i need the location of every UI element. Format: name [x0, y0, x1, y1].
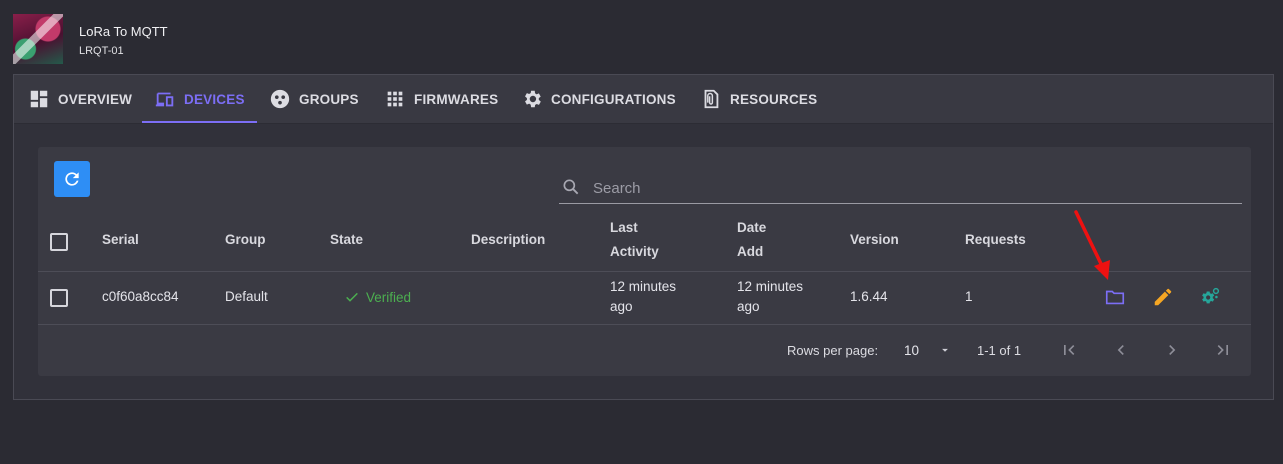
cell-requests: 1: [965, 289, 973, 304]
tab-overview[interactable]: OVERVIEW: [28, 75, 132, 123]
pagination-range: 1-1 of 1: [977, 343, 1022, 358]
header-divider: [38, 271, 1251, 272]
status-badge: Verified: [344, 289, 411, 305]
search-input[interactable]: [591, 176, 1235, 200]
next-page-button[interactable]: [1159, 337, 1185, 363]
cell-last-activity-line2: ago: [610, 299, 633, 314]
column-header-requests[interactable]: Requests: [965, 228, 1026, 252]
folder-icon: [1105, 290, 1125, 305]
edit-button[interactable]: [1150, 284, 1176, 310]
column-header-date-add[interactable]: Date Add: [737, 216, 766, 264]
rows-per-page-value: 10: [904, 343, 920, 358]
chevron-left-icon: [1117, 345, 1124, 355]
app-header: LoRa To MQTT LRQT-01: [0, 0, 1283, 74]
tab-overview-label: OVERVIEW: [58, 91, 133, 107]
device-settings-button[interactable]: [1197, 284, 1223, 310]
cell-date-add-line2: ago: [737, 299, 760, 314]
first-page-button[interactable]: [1056, 337, 1082, 363]
tab-firmwares-label: FIRMWARES: [414, 91, 499, 107]
tab-firmwares[interactable]: FIRMWARES: [384, 75, 498, 123]
search-icon: [563, 179, 579, 195]
open-folder-button[interactable]: [1102, 284, 1128, 310]
column-header-group[interactable]: Group: [225, 228, 266, 252]
column-header-state[interactable]: State: [330, 228, 363, 252]
select-all-checkbox[interactable]: [50, 233, 68, 251]
groups-icon: [270, 89, 290, 109]
cell-group: Default: [225, 289, 268, 304]
rows-per-page-label: Rows per page:: [787, 343, 879, 358]
tab-devices[interactable]: DEVICES: [154, 75, 245, 123]
cell-last-activity: 12 minutes ago: [610, 277, 676, 317]
app-thumbnail: [13, 14, 63, 64]
tab-groups-label: GROUPS: [299, 91, 359, 107]
tab-groups[interactable]: GROUPS: [269, 75, 359, 123]
column-header-last-activity[interactable]: Last Activity: [610, 216, 659, 264]
column-header-version[interactable]: Version: [850, 228, 899, 252]
app-subtitle: LRQT-01: [79, 45, 124, 57]
check-icon: [346, 292, 358, 302]
attachment-file-icon: [704, 89, 719, 109]
tab-devices-label: DEVICES: [184, 91, 245, 107]
grid-icon: [387, 91, 403, 107]
app-title: LoRa To MQTT: [79, 24, 168, 39]
previous-page-button[interactable]: [1108, 337, 1134, 363]
column-header-serial[interactable]: Serial: [102, 228, 139, 252]
gear-icon: [525, 90, 541, 108]
column-header-last-activity-line1: Last: [610, 220, 638, 235]
search-field[interactable]: [559, 173, 1242, 204]
row-checkbox[interactable]: [50, 289, 68, 307]
column-header-last-activity-line2: Activity: [610, 244, 659, 259]
chevron-right-icon: [1169, 345, 1176, 355]
column-header-description[interactable]: Description: [471, 228, 545, 252]
tab-resources-label: RESOURCES: [730, 91, 818, 107]
cell-last-activity-line1: 12 minutes: [610, 279, 677, 294]
cell-date-add-line1: 12 minutes: [737, 279, 804, 294]
chevron-down-icon: [942, 348, 948, 352]
active-tab-indicator: [142, 121, 257, 123]
pencil-icon: [1154, 288, 1172, 306]
last-page-icon: [1217, 345, 1228, 355]
devices-card: Serial Group State Description Last Acti…: [38, 147, 1251, 376]
last-page-button[interactable]: [1210, 337, 1236, 363]
tab-configurations-label: CONFIGURATIONS: [551, 91, 676, 107]
refresh-icon: [65, 172, 79, 186]
main-panel: OVERVIEW DEVICES GROUPS FIRMWARES CONFIG…: [13, 74, 1274, 400]
cell-version: 1.6.44: [850, 289, 888, 304]
column-header-date-add-line2: Add: [737, 244, 764, 259]
dashboard-icon: [30, 90, 48, 108]
tab-resources[interactable]: RESOURCES: [700, 75, 817, 123]
settings-cogs-icon: [1202, 287, 1220, 304]
cell-state: Verified: [366, 289, 412, 305]
tab-configurations[interactable]: CONFIGURATIONS: [521, 75, 676, 123]
devices-icon: [155, 92, 174, 107]
cell-serial: c0f60a8cc84: [102, 289, 179, 304]
first-page-icon: [1064, 345, 1075, 355]
tab-bar: OVERVIEW DEVICES GROUPS FIRMWARES CONFIG…: [14, 75, 1273, 124]
column-header-date-add-line1: Date: [737, 220, 767, 235]
row-divider: [38, 324, 1251, 325]
cell-date-add: 12 minutes ago: [737, 277, 803, 317]
rows-per-page-select[interactable]: 10: [904, 340, 954, 362]
refresh-button[interactable]: [54, 161, 90, 197]
